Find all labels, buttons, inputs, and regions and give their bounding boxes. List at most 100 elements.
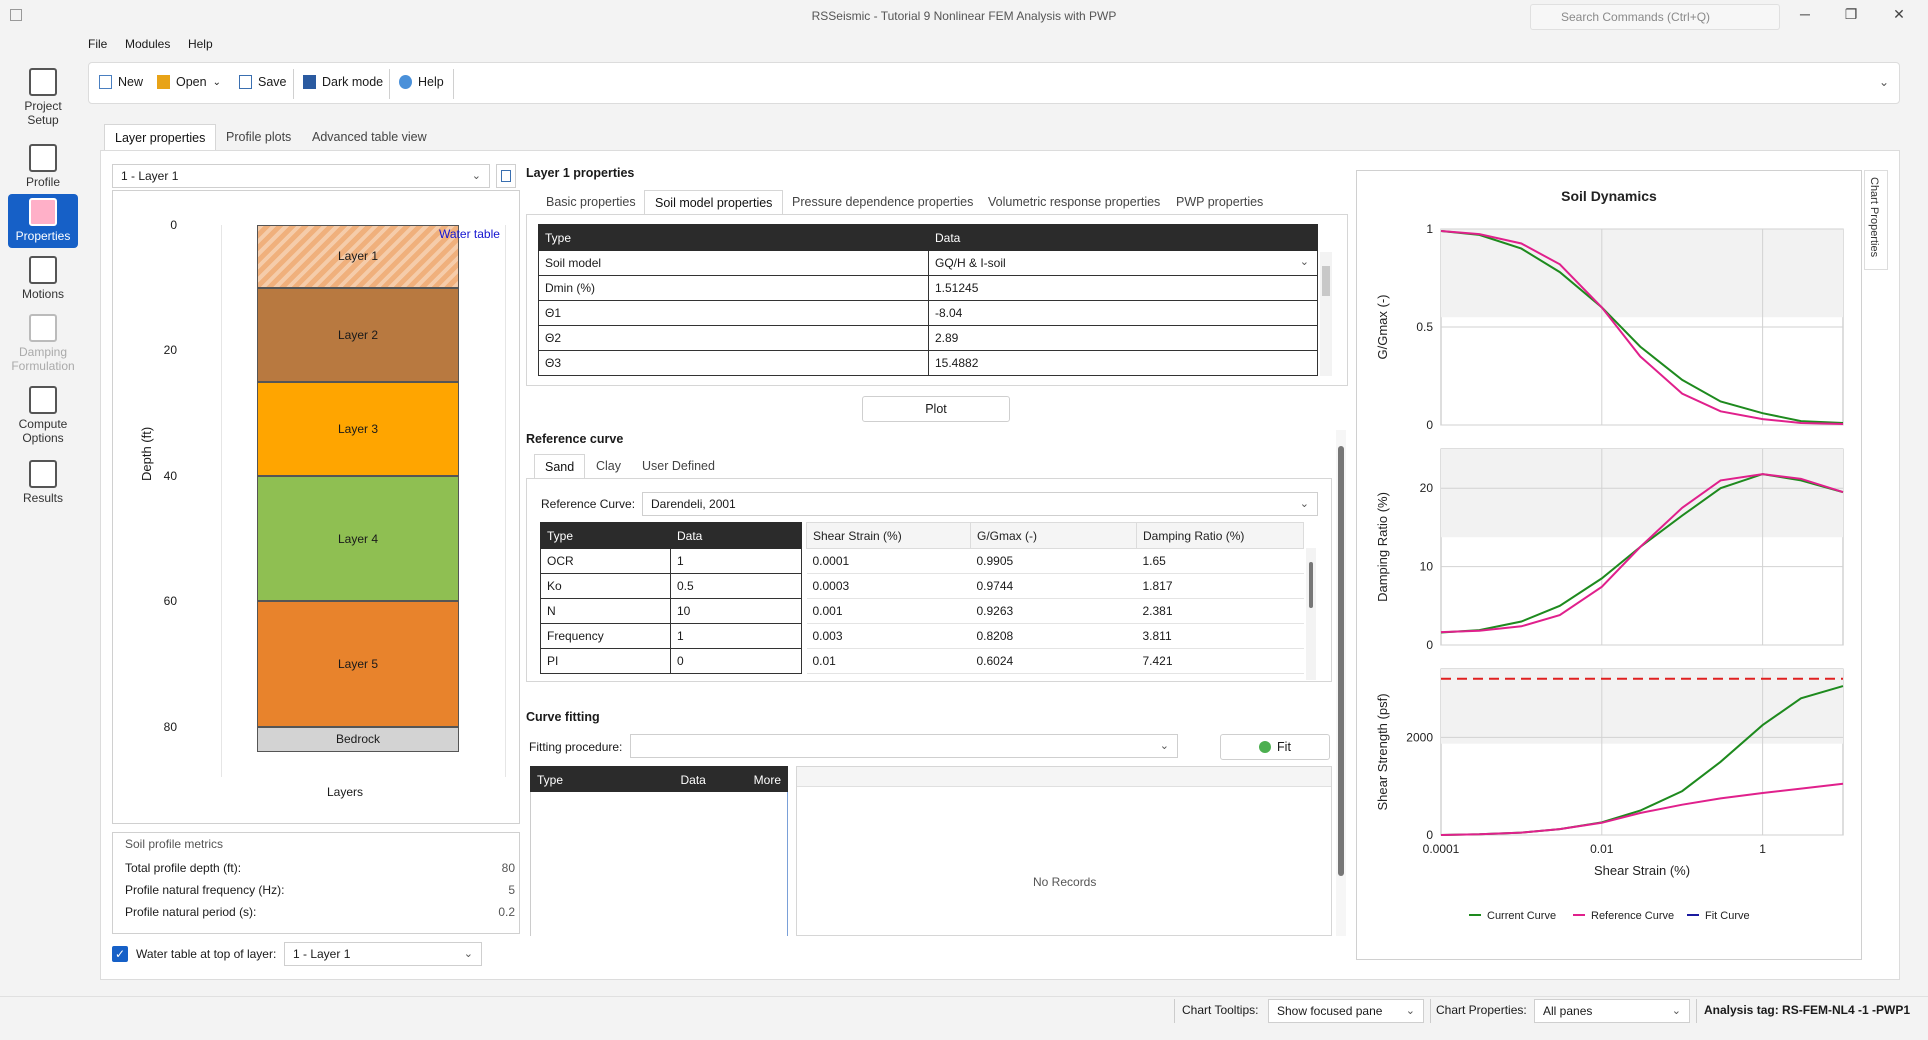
layer-select[interactable]: 1 - Layer 1 ⌄ <box>112 164 490 188</box>
cell-data[interactable]: 1 <box>670 623 802 649</box>
table-row[interactable]: 0.0001 0.9905 1.65 <box>806 548 1304 574</box>
cell-data[interactable]: -8.04 <box>928 300 1318 326</box>
table-row[interactable]: 0.003 0.8208 3.811 <box>806 623 1304 649</box>
tab-layer-properties[interactable]: Layer properties <box>104 124 217 150</box>
layer-block[interactable]: Layer 1 <box>257 225 459 288</box>
minimize-icon[interactable]: ─ <box>1790 6 1820 28</box>
copy-layer-button[interactable] <box>496 164 516 188</box>
table-row[interactable]: OCR 1 <box>540 548 802 574</box>
rail-profile[interactable]: Profile <box>8 140 78 194</box>
cell-type: Θ1 <box>538 300 929 326</box>
help-button[interactable]: Help <box>399 75 444 89</box>
table-row[interactable]: 0.001 0.9263 2.381 <box>806 598 1304 624</box>
legend-entry: Current Curve <box>1487 910 1556 922</box>
table-row[interactable]: Frequency 1 <box>540 623 802 649</box>
restore-icon[interactable]: ❐ <box>1836 6 1866 28</box>
rail-label: Project Setup <box>24 99 62 127</box>
chevron-down-icon: ⌄ <box>1159 740 1169 752</box>
column-header-g-gmax: G/Gmax (-) <box>970 522 1137 549</box>
chart-tooltips-select[interactable]: Show focused pane ⌄ <box>1268 999 1424 1023</box>
menu-help[interactable]: Help <box>188 37 213 51</box>
chart-properties-side-tab[interactable]: Chart Properties <box>1864 170 1888 270</box>
tab-soil-model-properties[interactable]: Soil model properties <box>644 190 784 214</box>
table-row[interactable]: Θ2 2.89 <box>538 325 1318 351</box>
soil-model-dropdown[interactable]: GQ/H & I-soil ⌄ <box>928 250 1318 276</box>
curve-table-scrollbar[interactable] <box>1306 548 1316 680</box>
table-row[interactable]: Soil model GQ/H & I-soil ⌄ <box>538 250 1318 276</box>
rail-damping-formulation[interactable]: Damping Formulation <box>8 310 78 376</box>
pane-shade <box>1441 449 1843 538</box>
tab-user-defined[interactable]: User Defined <box>632 454 725 478</box>
cell-data[interactable]: 2.89 <box>928 325 1318 351</box>
table-row[interactable]: Dmin (%) 1.51245 <box>538 275 1318 301</box>
table-row[interactable]: 0.01 0.6024 7.421 <box>806 648 1304 674</box>
search-commands-input[interactable]: Search Commands (Ctrl+Q) <box>1530 4 1780 30</box>
rail-project-setup[interactable]: Project Setup <box>8 64 78 132</box>
cell-data[interactable]: 15.4882 <box>928 350 1318 376</box>
water-table-checkbox[interactable]: ✓ <box>112 946 128 962</box>
properties-scrollbar[interactable] <box>1336 430 1346 936</box>
chevron-down-icon[interactable]: ⌄ <box>213 77 221 88</box>
tab-volumetric-response[interactable]: Volumetric response properties <box>978 190 1170 214</box>
layer-block[interactable]: Layer 2 <box>257 287 459 382</box>
chart-properties-select[interactable]: All panes ⌄ <box>1534 999 1690 1023</box>
save-button[interactable]: Save <box>239 75 287 89</box>
column-header-data: Data <box>928 224 1318 251</box>
chevron-down-icon: ⌄ <box>471 170 481 182</box>
table-row[interactable]: Θ3 15.4882 <box>538 350 1318 376</box>
cell-data[interactable]: 1 <box>670 548 802 574</box>
plot-button[interactable]: Plot <box>862 396 1010 422</box>
layer-block[interactable]: Layer 3 <box>257 381 459 476</box>
close-icon[interactable]: ✕ <box>1884 6 1914 28</box>
x-tick-label: 0.01 <box>1590 842 1614 856</box>
rail-compute-options[interactable]: Compute Options <box>8 382 78 448</box>
cell-data[interactable]: 10 <box>670 598 802 624</box>
chevron-down-icon: ⌄ <box>1299 256 1309 268</box>
dark-mode-button[interactable]: Dark mode <box>303 75 383 89</box>
tab-sand[interactable]: Sand <box>534 454 586 478</box>
cell-data[interactable]: 0 <box>670 648 802 674</box>
column-header-data: Data <box>673 766 748 793</box>
open-button[interactable]: Open ⌄ <box>157 75 221 89</box>
water-table-layer-select[interactable]: 1 - Layer 1 ⌄ <box>284 942 482 966</box>
chart-canvas: Soil Dynamics00.51G/Gmax (-)01020Damping… <box>1375 188 1844 922</box>
layer-block[interactable]: Bedrock <box>257 726 459 752</box>
no-records-text: No Records <box>1033 875 1097 889</box>
cell-data[interactable]: 0.5 <box>670 573 802 599</box>
tab-basic-properties[interactable]: Basic properties <box>536 190 646 214</box>
tab-clay[interactable]: Clay <box>586 454 631 478</box>
rail-properties[interactable]: Properties <box>8 194 78 248</box>
table-row[interactable]: Θ1 -8.04 <box>538 300 1318 326</box>
column-header-type: Type <box>540 522 671 549</box>
tab-pressure-dependence[interactable]: Pressure dependence properties <box>782 190 983 214</box>
menu-modules[interactable]: Modules <box>125 37 170 51</box>
toolbar-collapse-icon[interactable]: ⌄ <box>1879 75 1889 89</box>
project-setup-icon <box>29 68 57 96</box>
table-row[interactable]: 0.0003 0.9744 1.817 <box>806 573 1304 599</box>
table-row[interactable]: N 10 <box>540 598 802 624</box>
rail-motions[interactable]: Motions <box>8 252 78 306</box>
new-button[interactable]: New <box>99 75 143 89</box>
table-row[interactable]: Ko 0.5 <box>540 573 802 599</box>
layer-block[interactable]: Layer 4 <box>257 475 459 602</box>
cell-type: OCR <box>540 548 671 574</box>
layer-block[interactable]: Layer 5 <box>257 601 459 727</box>
rail-label: Compute Options <box>18 417 68 445</box>
cell-data[interactable]: 1.51245 <box>928 275 1318 301</box>
table-scrollbar[interactable] <box>1320 252 1332 376</box>
tab-profile-plots[interactable]: Profile plots <box>216 124 301 150</box>
table-row[interactable]: PI 0 <box>540 648 802 674</box>
legend-entry: Reference Curve <box>1591 910 1674 922</box>
fitting-procedure-select[interactable]: ⌄ <box>630 734 1178 758</box>
toolbar-divider <box>389 69 390 99</box>
fit-button[interactable]: Fit <box>1220 734 1330 760</box>
chart-title: Soil Dynamics <box>1561 188 1657 204</box>
tab-advanced-table-view[interactable]: Advanced table view <box>302 124 437 150</box>
menu-file[interactable]: File <box>88 37 107 51</box>
tab-pwp-properties[interactable]: PWP properties <box>1166 190 1273 214</box>
copy-icon <box>501 170 511 182</box>
reference-curve-select[interactable]: Darendeli, 2001 ⌄ <box>642 492 1318 516</box>
rail-results[interactable]: Results <box>8 456 78 510</box>
layer-select-value: 1 - Layer 1 <box>121 169 179 183</box>
cell: 1.817 <box>1136 573 1304 599</box>
